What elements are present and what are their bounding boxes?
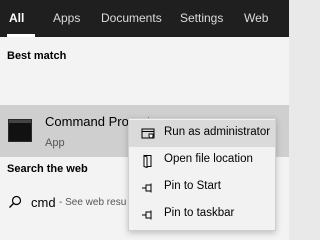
menu-item-pin-to-start[interactable]: Pin to Start <box>129 174 275 201</box>
context-menu: Run as administrator Open file location … <box>128 118 276 231</box>
menu-item-label: Open file location <box>164 153 253 165</box>
command-prompt-icon <box>8 119 32 142</box>
pin-icon <box>142 183 152 193</box>
best-match-heading: Best match <box>7 50 67 62</box>
tab-apps[interactable]: Apps <box>53 0 80 37</box>
result-subtitle: App <box>45 137 65 149</box>
menu-item-open-file-location[interactable]: Open file location <box>129 147 275 174</box>
search-web-heading: Search the web <box>7 163 88 175</box>
tab-settings[interactable]: Settings <box>180 0 223 37</box>
menu-item-run-as-administrator[interactable]: Run as administrator <box>129 120 275 147</box>
tab-all[interactable]: All <box>9 0 24 37</box>
tab-web[interactable]: Web <box>244 0 268 37</box>
tab-documents[interactable]: Documents <box>101 0 162 37</box>
menu-item-label: Pin to taskbar <box>164 207 235 219</box>
search-icon <box>9 195 22 208</box>
admin-shield-icon <box>141 128 155 139</box>
search-tab-bar: All Apps Documents Settings Web <box>0 0 289 37</box>
pin-icon <box>142 210 152 220</box>
menu-item-label: Run as administrator <box>164 126 271 138</box>
web-hint: - See web resu <box>59 197 127 208</box>
file-location-icon <box>143 154 152 168</box>
menu-item-pin-to-taskbar[interactable]: Pin to taskbar <box>129 201 275 228</box>
web-query: cmd <box>31 195 56 210</box>
menu-item-label: Pin to Start <box>164 180 221 192</box>
